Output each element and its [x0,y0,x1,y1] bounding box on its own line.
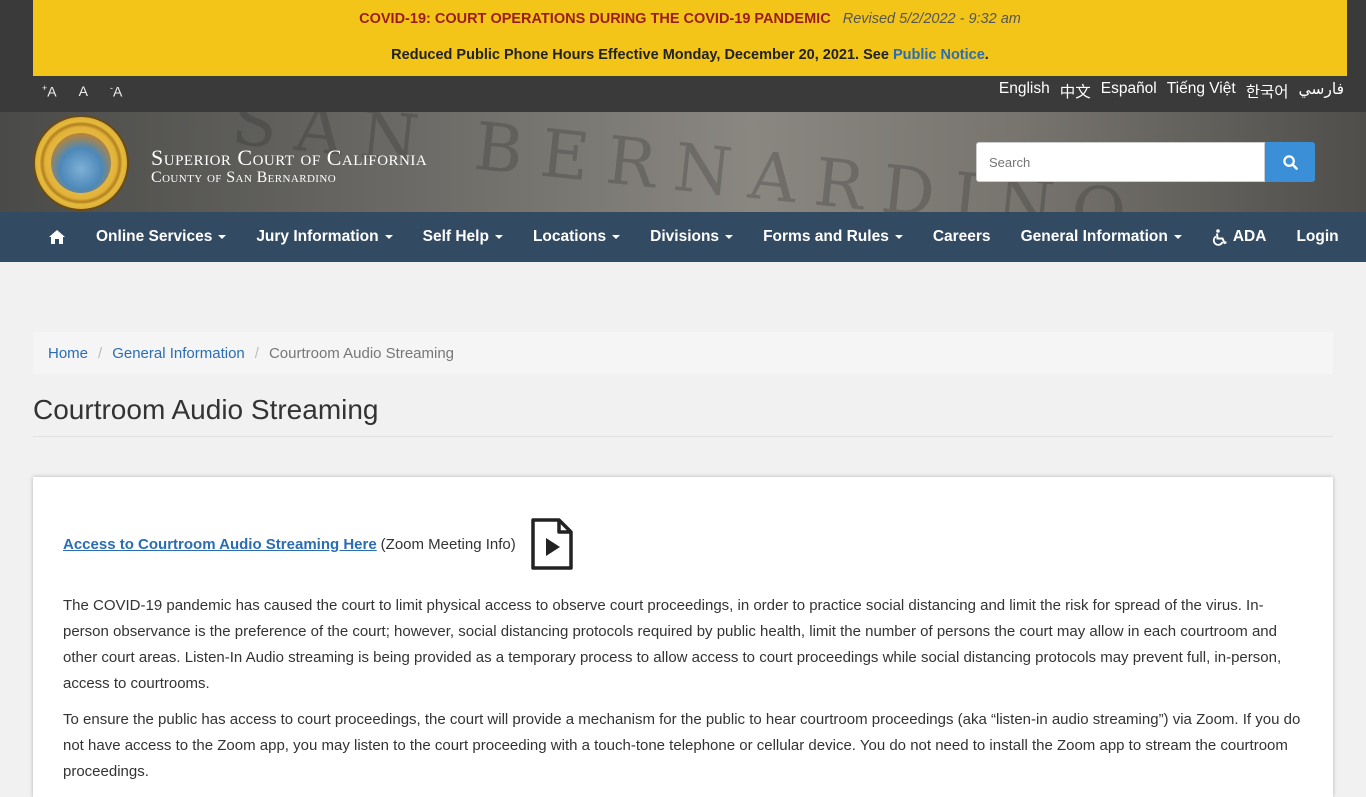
nav-forms-and-rules[interactable]: Forms and Rules [763,228,903,246]
nav-login[interactable]: Login [1296,228,1338,246]
lang-chinese[interactable]: 中文 [1060,80,1091,102]
search-icon [1282,154,1298,170]
lang-spanish[interactable]: Español [1101,80,1157,102]
alert-notice-text: Reduced Public Phone Hours Effective Mon… [391,47,893,63]
access-row: Access to Courtroom Audio Streaming Here… [63,517,574,571]
title-divider [33,436,1333,437]
public-notice-link[interactable]: Public Notice [893,47,985,63]
breadcrumb-current: Courtroom Audio Streaming [268,344,455,362]
nav-locations[interactable]: Locations [533,228,621,246]
site-subtitle: County of San Bernardino [151,169,337,186]
font-size-controls: +A A -A [42,83,122,100]
content-card: Access to Courtroom Audio Streaming Here… [33,477,1333,797]
nav-divisions[interactable]: Divisions [650,228,734,246]
breadcrumb-home[interactable]: Home [48,345,88,362]
nav-home[interactable] [48,229,66,245]
court-seal-logo[interactable] [33,115,129,211]
lang-english[interactable]: English [999,80,1050,102]
language-selector: English 中文 Español Tiếng Việt 한국어 فارسي [999,80,1344,102]
search-button[interactable] [1265,142,1315,182]
caret-down-icon [494,235,503,239]
breadcrumb-general-information[interactable]: General Information [112,345,245,362]
caret-down-icon [1173,235,1182,239]
covid-alert-banner: COVID-19: COURT OPERATIONS DURING THE CO… [33,0,1347,76]
breadcrumb-separator: / [254,344,259,362]
home-icon [49,230,65,244]
nav-jury-information[interactable]: Jury Information [256,228,393,246]
top-bar: COVID-19: COURT OPERATIONS DURING THE CO… [0,0,1366,112]
alert-notice: Reduced Public Phone Hours Effective Mon… [33,47,1347,63]
caret-down-icon [384,235,393,239]
caret-down-icon [894,235,903,239]
lang-vietnamese[interactable]: Tiếng Việt [1167,80,1236,102]
nav-general-information[interactable]: General Information [1021,228,1182,246]
caret-down-icon [218,235,227,239]
wheelchair-icon [1212,228,1227,246]
alert-notice-suffix: . [984,47,989,63]
alert-title[interactable]: COVID-19: COURT OPERATIONS DURING THE CO… [359,11,831,27]
search-input[interactable] [976,142,1265,182]
page-title: Courtroom Audio Streaming [33,394,379,425]
breadcrumb: Home / General Information / Courtroom A… [33,332,1333,374]
nav-self-help[interactable]: Self Help [423,228,503,246]
lang-farsi[interactable]: فارسي [1298,80,1344,102]
main-nav: Online Services Jury Information Self He… [0,212,1366,262]
font-increase-button[interactable]: +A [42,83,57,100]
audio-streaming-link[interactable]: Access to Courtroom Audio Streaming Here [63,536,377,553]
nav-online-services[interactable]: Online Services [96,228,227,246]
seal-emblem [51,133,111,193]
alert-revised-date: Revised 5/2/2022 - 9:32 am [842,11,1021,27]
caret-down-icon [725,235,734,239]
search-form [976,142,1315,182]
site-header: SAN BERNARDINO Superior Court of Califor… [0,112,1366,212]
zoom-meeting-info: (Zoom Meeting Info) [380,535,516,553]
nav-ada[interactable]: ADA [1212,228,1266,246]
site-title-block[interactable]: Superior Court of California County of S… [151,145,427,187]
font-reset-button[interactable]: A [79,83,88,100]
lang-korean[interactable]: 한국어 [1246,80,1289,102]
site-title: Superior Court of California [151,145,428,170]
video-file-icon[interactable] [530,517,574,571]
breadcrumb-separator: / [98,344,103,362]
nav-careers[interactable]: Careers [933,228,991,246]
zoom-paragraph: To ensure the public has access to court… [63,711,1301,780]
caret-down-icon [612,235,621,239]
intro-paragraph: The COVID-19 pandemic has caused the cou… [63,597,1282,692]
alert-headline: COVID-19: COURT OPERATIONS DURING THE CO… [33,11,1347,27]
font-decrease-button[interactable]: -A [110,83,122,100]
